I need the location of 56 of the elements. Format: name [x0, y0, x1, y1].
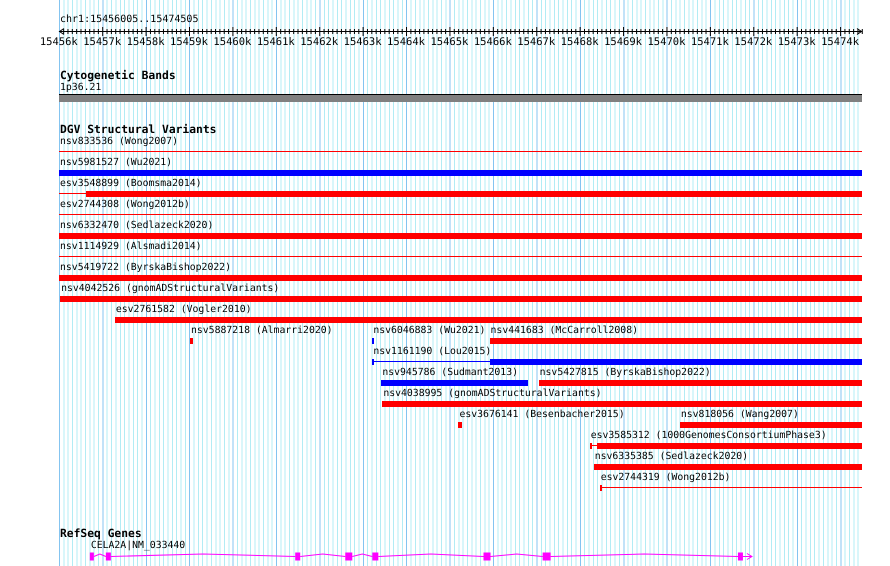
- variant-label: nsv5419722 (ByrskaBishop2022): [59, 262, 232, 274]
- variant-bar[interactable]: [372, 359, 374, 365]
- tick-label: 15471k: [690, 36, 729, 48]
- variant-label: esv2744319 (Wong2012b): [600, 472, 730, 484]
- tick-label: 15473k: [778, 36, 816, 48]
- variant-label: nsv6335385 (Sedlazeck2020): [594, 451, 748, 463]
- tick-label: 15467k: [517, 36, 556, 48]
- variant-label: nsv5981527 (Wu2021): [59, 157, 172, 169]
- variant-line[interactable]: [59, 214, 862, 215]
- variant-label: nsv833536 (Wong2007): [59, 136, 178, 148]
- variant-label: nsv945786 (Sudmant2013): [381, 367, 518, 379]
- tick-label: 15474k: [821, 36, 860, 48]
- track-title: RefSeq Genes: [59, 528, 142, 540]
- tick-label: 15463k: [344, 36, 382, 48]
- tick-label: 15459k: [170, 36, 208, 48]
- variant-label: esv2761582 (Vogler2010): [114, 304, 252, 316]
- tick-label: 15457k: [83, 36, 122, 48]
- variant-label: nsv6046883 (Wu2021): [372, 325, 486, 337]
- variant-label: nsv818056 (Wang2007): [680, 409, 799, 421]
- variant-label: nsv5427815 (ByrskaBishop2022): [538, 367, 711, 379]
- variant-bar[interactable]: [372, 338, 374, 344]
- tick-label: 15468k: [560, 36, 599, 48]
- variant-line[interactable]: [59, 256, 862, 257]
- tick-label: 15469k: [604, 36, 642, 48]
- variant-label: esv3548899 (Boomsma2014): [59, 178, 202, 190]
- variant-label: esv3676141 (Besenbacher2015): [458, 409, 625, 421]
- variant-bar[interactable]: [590, 443, 592, 449]
- variant-label: esv2744308 (Wong2012b): [59, 199, 190, 211]
- variant-label: nsv5887218 (Almarri2020): [190, 325, 333, 337]
- variant-bar[interactable]: [600, 485, 602, 491]
- tick-label: 15461k: [256, 36, 295, 48]
- tick-label: 15458k: [126, 36, 165, 48]
- variant-line[interactable]: [59, 193, 86, 194]
- tick-label: 15460k: [213, 36, 252, 48]
- variant-label: nsv6332470 (Sedlazeck2020): [59, 220, 214, 232]
- tick-label: 15464k: [387, 36, 425, 48]
- variant-label: nsv1161190 (Lou2015): [372, 346, 492, 358]
- gene-label: CELA2A|NM_033440: [90, 540, 186, 552]
- track-title: DGV Structural Variants: [59, 124, 216, 136]
- location-label: chr1:15456005..15474505: [59, 13, 200, 26]
- variant-label: esv3585312 (1000GenomesConsortiumPhase3): [590, 430, 827, 442]
- variant-label: nsv4042526 (gnomADStructuralVariants): [60, 283, 280, 295]
- variant-line[interactable]: [59, 151, 862, 152]
- variant-label: nsv441683 (McCarroll2008): [490, 325, 638, 337]
- variant-label: nsv4038995 (gnomADStructuralVariants): [382, 388, 602, 400]
- tick-label: 15465k: [430, 36, 468, 48]
- tick-label: 15456k: [40, 36, 78, 48]
- variant-bar[interactable]: [458, 422, 462, 428]
- variant-label: nsv1114929 (Alsmadi2014): [59, 241, 202, 253]
- tick-label: 15466k: [474, 36, 512, 48]
- tick-label: 15470k: [647, 36, 686, 48]
- track-title: Cytogenetic Bands: [59, 70, 176, 82]
- band-label: 1p36.21: [59, 82, 102, 94]
- tick-label: 15472k: [734, 36, 772, 48]
- gene-drawing[interactable]: [90, 552, 753, 560]
- tick-label: 15462k: [300, 36, 338, 48]
